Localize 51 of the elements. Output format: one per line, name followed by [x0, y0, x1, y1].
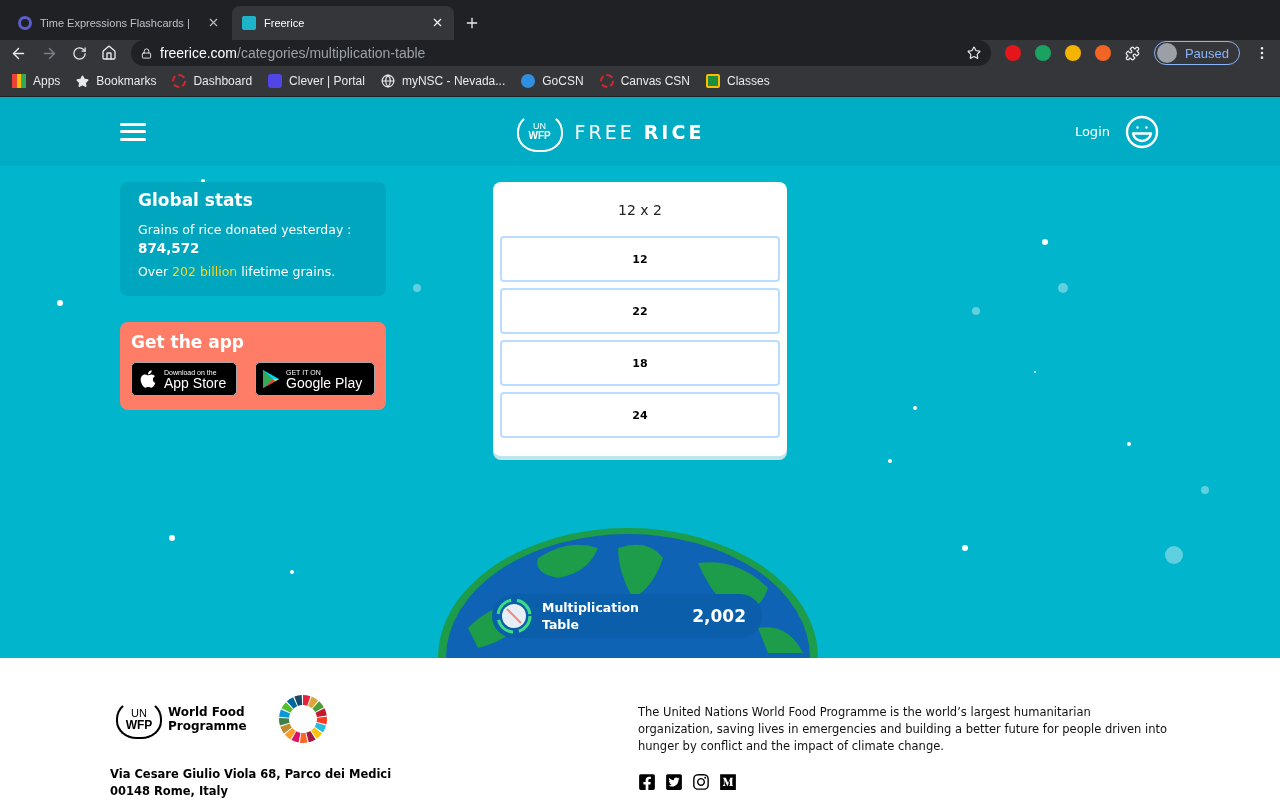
app-title: Get the app	[131, 332, 245, 353]
facebook-icon[interactable]	[638, 773, 656, 791]
tab-favicon	[242, 15, 256, 30]
answer-button[interactable]: 24	[500, 392, 780, 439]
bookmark-link[interactable]: Bookmarks	[96, 74, 157, 89]
ring-icon	[172, 74, 187, 89]
extension-icon[interactable]	[1064, 45, 1081, 61]
twitter-icon[interactable]	[665, 773, 683, 791]
color-wheel-icon	[278, 694, 328, 744]
apple-icon	[138, 369, 158, 390]
category-score: 2,002	[692, 606, 746, 626]
footer-description: The United Nations World Food Programme is the world’s largest humanitarian organization, saving lives in emergencies and building a better future for people driven into hunger by conflict and the impact of climate change.	[638, 704, 1168, 755]
lifetime-text: Over 202 billion lifetime grains.	[138, 263, 337, 282]
instagram-icon[interactable]	[692, 773, 710, 791]
home-icon[interactable]	[101, 45, 117, 61]
ring-icon	[599, 74, 614, 89]
globe-icon	[380, 74, 395, 89]
bookmark-link[interactable]: GoCSN	[542, 74, 584, 89]
smiley-icon[interactable]	[1124, 113, 1160, 150]
reload-icon[interactable]	[72, 45, 87, 61]
bookmark-link[interactable]: Canvas CSN	[620, 74, 690, 89]
address-line: 00148 Rome, Italy	[110, 783, 229, 800]
tab-favicon	[18, 15, 32, 30]
answer-button[interactable]: 18	[500, 340, 780, 387]
bookmark-link[interactable]: Clever | Portal	[289, 74, 365, 89]
answer-button[interactable]: 12	[500, 236, 780, 283]
bookmark-link[interactable]: myNSC - Nevada...	[401, 74, 506, 89]
bookmark-link[interactable]: Classes	[727, 74, 770, 89]
category-name: Multiplication Table	[542, 599, 640, 633]
address-bar[interactable]: freerice.com/categories/multiplication-table	[131, 40, 991, 66]
logo-text: FREE RICE	[574, 120, 705, 143]
medium-icon[interactable]	[719, 773, 737, 791]
browser-tab[interactable]: Freerice	[232, 5, 454, 40]
bookmark-link[interactable]: Dashboard	[193, 74, 253, 89]
lock-icon	[141, 47, 152, 59]
extension-icon[interactable]	[1094, 45, 1111, 61]
grain-count: 874,572	[138, 240, 201, 257]
org-name: World Food Programme	[168, 705, 248, 733]
bookmark-link[interactable]: Apps	[33, 74, 61, 89]
play-triangle-icon	[262, 369, 280, 390]
extension-icon[interactable]	[1034, 45, 1051, 61]
avatar	[1156, 43, 1177, 63]
extensions-icon[interactable]	[1124, 45, 1140, 61]
bookmark-star-icon[interactable]	[966, 46, 981, 60]
stats-title: Global stats	[138, 190, 254, 211]
question-text: 12 x 2	[617, 202, 663, 219]
address-line: Via Cesare Giulio Viola 68, Parco dei Medici	[110, 766, 392, 783]
star-icon	[76, 74, 90, 88]
answer-button[interactable]: 22	[500, 288, 780, 335]
browser-tab[interactable]: Time Expressions Flashcards |	[8, 5, 230, 40]
stats-label: Grains of rice donated yesterday :	[138, 221, 353, 240]
